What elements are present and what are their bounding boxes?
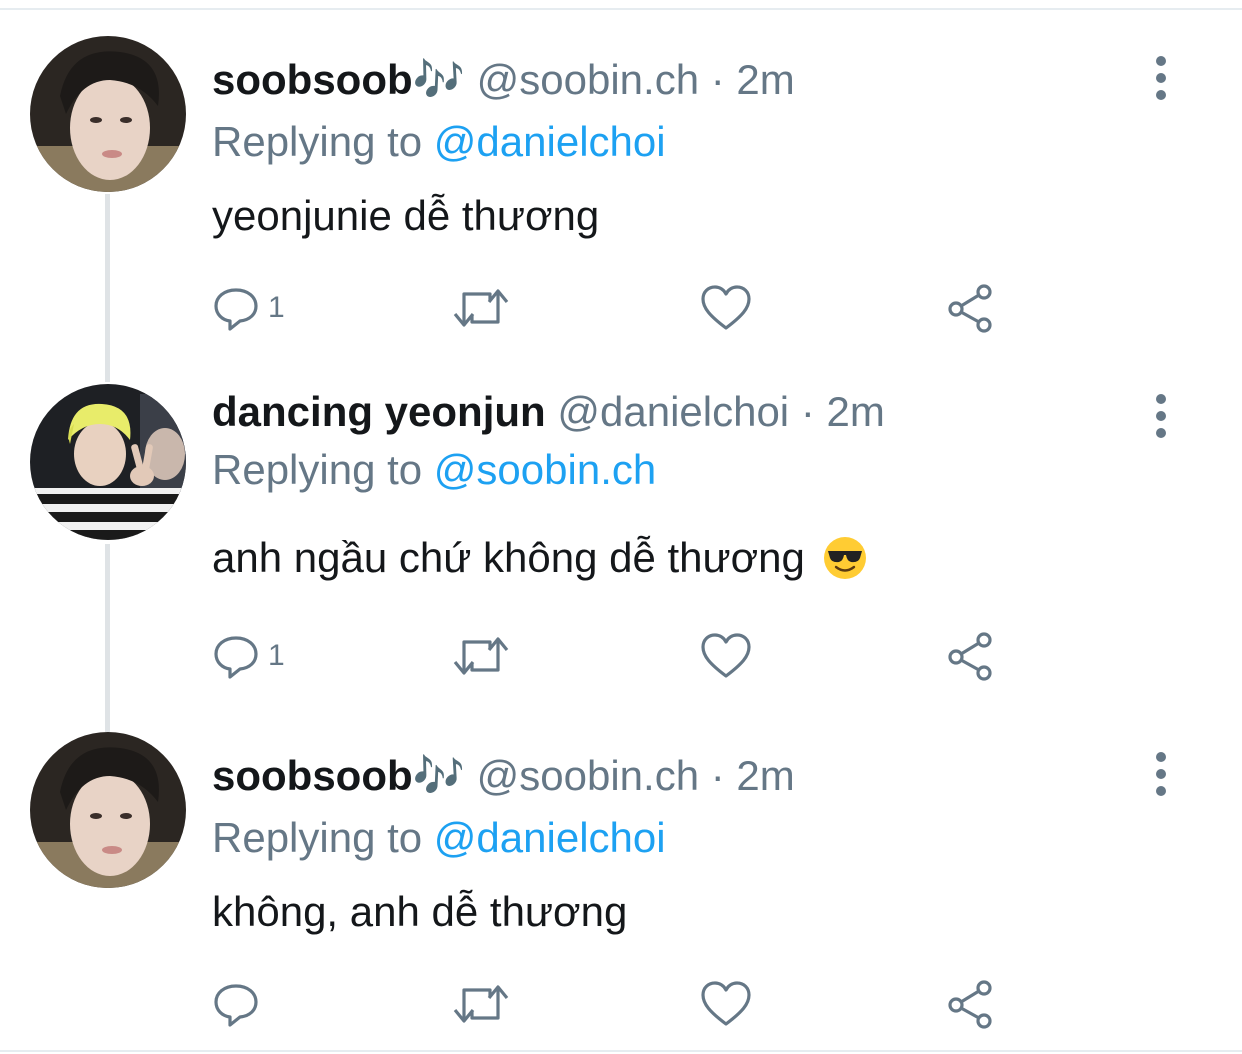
separator: · <box>800 388 815 435</box>
more-options-button[interactable] <box>1146 56 1176 100</box>
tweet-text: yeonjunie dễ thương <box>212 192 600 239</box>
retweet-arrows-icon <box>453 289 509 327</box>
tweet-text: không, anh dễ thương <box>212 888 628 935</box>
reply-button[interactable]: 1 <box>212 626 285 686</box>
reply-count: 1 <box>268 639 285 672</box>
timestamp[interactable]: 2m <box>736 752 794 799</box>
tweet-header: soobsoob🎶 @soobin.ch · 2m <box>212 750 795 802</box>
timestamp[interactable]: 2m <box>736 56 794 103</box>
tweet[interactable]: dancing yeonjun @danielchoi · 2m Replyin… <box>0 350 1242 700</box>
avatar[interactable] <box>30 732 186 888</box>
tweet[interactable]: soobsoob🎶 @soobin.ch · 2m Replying to @d… <box>0 700 1242 1050</box>
like-button[interactable] <box>700 626 752 686</box>
speech-bubble-icon <box>214 636 258 679</box>
mention-link[interactable]: @danielchoi <box>434 814 666 861</box>
speech-bubble-icon <box>214 288 258 331</box>
smiling-face-with-sunglasses-icon <box>823 536 867 592</box>
vertical-ellipsis-icon <box>1156 394 1166 404</box>
profile-photo <box>30 732 186 888</box>
vertical-ellipsis-icon <box>1156 56 1166 66</box>
tweet-actions: 1 <box>0 278 1242 338</box>
heart-icon <box>701 633 751 678</box>
like-button[interactable] <box>700 278 752 338</box>
replying-to: Replying to @danielchoi <box>212 116 666 168</box>
replying-label: Replying to <box>212 446 423 493</box>
reply-button[interactable] <box>212 974 268 1034</box>
user-handle[interactable]: @soobin.ch <box>477 752 699 799</box>
tweet-actions: 1 <box>0 626 1242 686</box>
heart-icon <box>701 981 751 1026</box>
mention-link[interactable]: @danielchoi <box>434 118 666 165</box>
share-icon <box>948 632 992 681</box>
replying-to: Replying to @danielchoi <box>212 812 666 864</box>
replying-label: Replying to <box>212 814 423 861</box>
share-button[interactable] <box>944 974 996 1034</box>
heart-icon <box>701 285 751 330</box>
tweet-actions <box>0 974 1242 1034</box>
more-options-button[interactable] <box>1146 752 1176 796</box>
profile-photo <box>30 36 186 192</box>
reply-button[interactable]: 1 <box>212 278 285 338</box>
separator: · <box>710 752 725 799</box>
tweet-header: soobsoob🎶 @soobin.ch · 2m <box>212 54 795 106</box>
display-name[interactable]: soobsoob🎶 <box>212 752 465 799</box>
display-name[interactable]: soobsoob🎶 <box>212 56 465 103</box>
share-icon <box>948 284 992 333</box>
avatar[interactable] <box>30 36 186 192</box>
separator: · <box>710 56 725 103</box>
retweet-button[interactable] <box>452 974 510 1034</box>
bottom-divider <box>0 1050 1242 1052</box>
retweet-arrows-icon <box>453 985 509 1023</box>
like-button[interactable] <box>700 974 752 1034</box>
more-options-button[interactable] <box>1146 394 1176 438</box>
reply-count: 1 <box>268 291 285 324</box>
share-button[interactable] <box>944 626 996 686</box>
avatar[interactable] <box>30 384 186 540</box>
retweet-button[interactable] <box>452 626 510 686</box>
speech-bubble-icon <box>214 984 258 1027</box>
display-name[interactable]: dancing yeonjun <box>212 388 546 435</box>
retweet-button[interactable] <box>452 278 510 338</box>
retweet-arrows-icon <box>453 637 509 675</box>
tweet-header: dancing yeonjun @danielchoi · 2m <box>212 386 885 438</box>
share-icon <box>948 980 992 1029</box>
tweet[interactable]: soobsoob🎶 @soobin.ch · 2m Replying to @d… <box>0 0 1242 350</box>
user-handle[interactable]: @soobin.ch <box>477 56 699 103</box>
user-handle[interactable]: @danielchoi <box>557 388 789 435</box>
vertical-ellipsis-icon <box>1156 752 1166 762</box>
profile-photo-peace-sign <box>30 384 186 540</box>
share-button[interactable] <box>944 278 996 338</box>
replying-label: Replying to <box>212 118 423 165</box>
replying-to: Replying to @soobin.ch <box>212 444 656 496</box>
tweet-text: anh ngầu chứ không dễ thương <box>212 532 867 592</box>
timestamp[interactable]: 2m <box>826 388 884 435</box>
mention-link[interactable]: @soobin.ch <box>434 446 656 493</box>
tweet-text-content: anh ngầu chứ không dễ thương <box>212 534 805 581</box>
